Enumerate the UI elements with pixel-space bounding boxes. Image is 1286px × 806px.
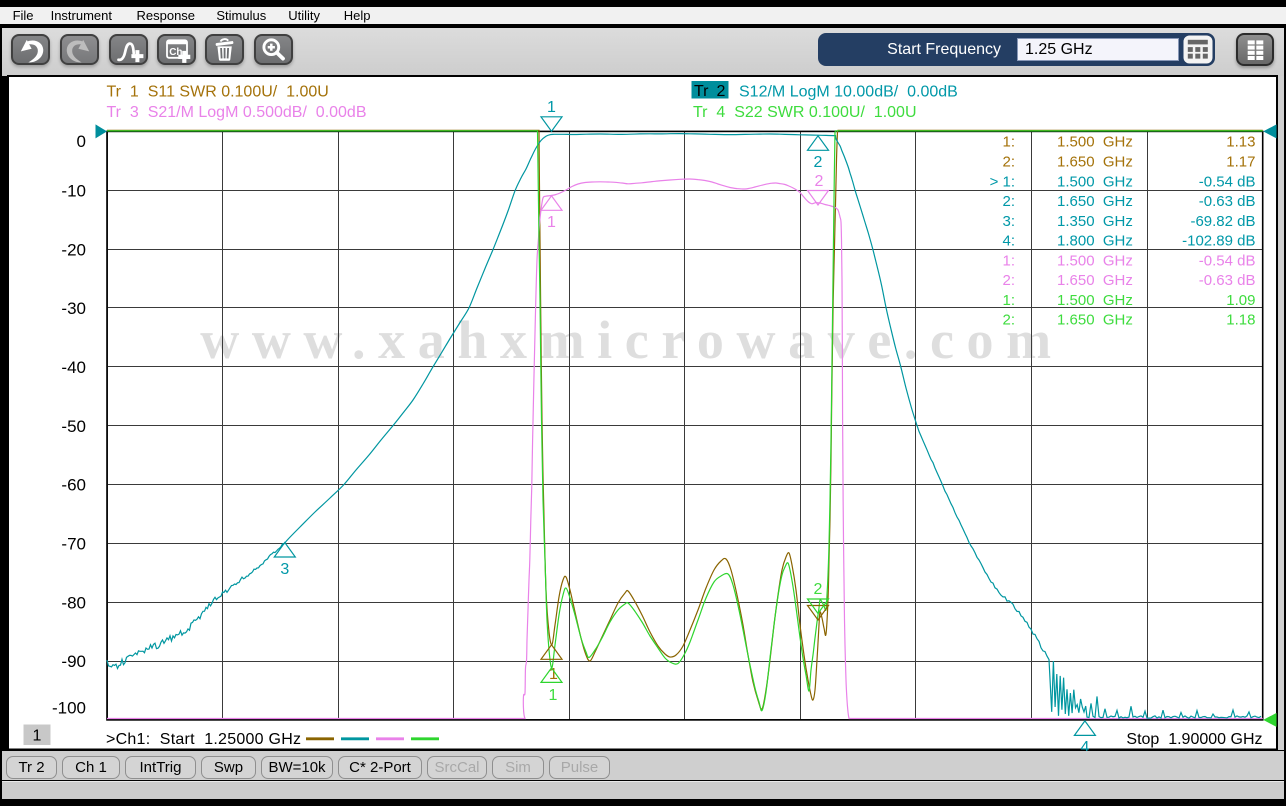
svg-text:S12/M LogM 10.00dB/ 0.00dB: S12/M LogM 10.00dB/ 0.00dB <box>739 84 958 101</box>
svg-text:1: 1 <box>33 728 42 745</box>
svg-text:-60: -60 <box>61 476 86 495</box>
svg-text:3:: 3: <box>1002 213 1015 230</box>
svg-text:-102.89 dB: -102.89 dB <box>1182 233 1255 250</box>
svg-text:1:: 1: <box>1002 292 1015 309</box>
svg-text:-69.82 dB: -69.82 dB <box>1190 213 1255 230</box>
svg-text:-90: -90 <box>61 652 86 671</box>
svg-text:2:: 2: <box>1002 312 1015 329</box>
svg-text:0: 0 <box>77 132 86 151</box>
svg-text:Tr 1 S11 SWR 0.100U/ 1.00U: Tr 1 S11 SWR 0.100U/ 1.00U <box>107 84 329 101</box>
svg-text:1.18: 1.18 <box>1226 312 1255 329</box>
svg-text:1.13: 1.13 <box>1226 134 1255 151</box>
svg-text:1:: 1: <box>1002 134 1015 151</box>
svg-text:1.350 GHz: 1.350 GHz <box>1057 213 1133 230</box>
svg-text:1.800 GHz: 1.800 GHz <box>1057 233 1133 250</box>
svg-text:Tr: Tr <box>694 83 709 100</box>
svg-text:-80: -80 <box>61 593 86 612</box>
svg-text:-70: -70 <box>61 535 86 554</box>
svg-text:-20: -20 <box>61 240 86 259</box>
svg-text:1:: 1: <box>1002 252 1015 269</box>
svg-text:2: 2 <box>814 154 823 171</box>
svg-text:-10: -10 <box>61 181 86 200</box>
svg-text:Tr 4 S22 SWR 0.100U/ 1.00U: Tr 4 S22 SWR 0.100U/ 1.00U <box>693 104 917 121</box>
svg-text:1: 1 <box>547 214 556 231</box>
svg-text:-50: -50 <box>61 417 86 436</box>
svg-text:www.xahxmicrowave.com: www.xahxmicrowave.com <box>200 310 1064 370</box>
svg-text:4:: 4: <box>1002 233 1015 250</box>
svg-text:2: 2 <box>814 581 823 598</box>
svg-text:-0.63 dB: -0.63 dB <box>1199 193 1256 210</box>
svg-text:2:: 2: <box>1002 154 1015 171</box>
svg-text:2:: 2: <box>1002 272 1015 289</box>
svg-text:1.650 GHz: 1.650 GHz <box>1057 272 1133 289</box>
svg-text:1.650 GHz: 1.650 GHz <box>1057 154 1133 171</box>
svg-text:2: 2 <box>815 173 824 190</box>
svg-text:-0.54 dB: -0.54 dB <box>1199 252 1256 269</box>
svg-text:2: 2 <box>717 83 726 100</box>
svg-text:1.500 GHz: 1.500 GHz <box>1057 292 1133 309</box>
svg-text:3: 3 <box>280 561 289 578</box>
svg-text:>Ch1: Start 1.25000 GHz: >Ch1: Start 1.25000 GHz <box>106 731 301 748</box>
svg-text:1: 1 <box>549 687 558 704</box>
svg-text:Stop 1.90000 GHz: Stop 1.90000 GHz <box>1126 731 1262 748</box>
svg-text:-0.63 dB: -0.63 dB <box>1199 272 1256 289</box>
svg-text:1.500 GHz: 1.500 GHz <box>1057 252 1133 269</box>
svg-text:Tr 3 S21/M LogM 0.500dB/ 0.: Tr 3 S21/M LogM 0.500dB/ 0.00dB <box>107 104 367 121</box>
svg-text:1.500 GHz: 1.500 GHz <box>1057 134 1133 151</box>
svg-text:1.17: 1.17 <box>1226 154 1255 171</box>
svg-text:1.500 GHz: 1.500 GHz <box>1057 173 1133 190</box>
svg-text:-30: -30 <box>61 299 86 318</box>
svg-text:-40: -40 <box>61 358 86 377</box>
svg-text:2:: 2: <box>1002 193 1015 210</box>
svg-text:-0.54 dB: -0.54 dB <box>1199 173 1256 190</box>
svg-text:-100: -100 <box>52 699 86 718</box>
svg-text:1.09: 1.09 <box>1226 292 1255 309</box>
svg-text:1: 1 <box>547 99 556 116</box>
svg-text:> 1:: > 1: <box>990 173 1015 190</box>
svg-text:1.650 GHz: 1.650 GHz <box>1057 312 1133 329</box>
svg-text:1.650 GHz: 1.650 GHz <box>1057 193 1133 210</box>
